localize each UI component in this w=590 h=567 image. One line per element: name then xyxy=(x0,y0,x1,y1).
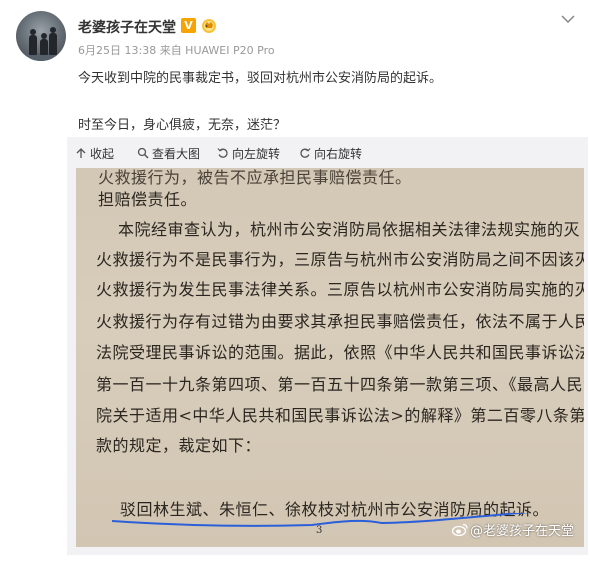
collapse-button[interactable]: 收起 xyxy=(75,146,115,161)
document-line: 款的规定，裁定如下： xyxy=(96,436,262,455)
avatar-figure xyxy=(49,27,57,55)
document-line: 本院经审查认为，杭州市公安消防局依据相关法律法规实施的灭 xyxy=(118,220,581,239)
media-toolbar: 收起 查看大图 向左旋转 向右旋转 xyxy=(67,137,588,168)
document-line: 担赔偿责任。 xyxy=(98,190,198,209)
avatar-figure xyxy=(29,29,37,55)
document-line: 火救援行为存有过错为由要求其承担民事赔偿责任，依法不属于人民 xyxy=(96,312,584,331)
media-viewer: 收起 查看大图 向左旋转 向右旋转 火救援行为，被告不应承担民事赔偿责任。 担赔… xyxy=(67,137,588,555)
rotate-left-label: 向左旋转 xyxy=(232,146,281,161)
view-large-label: 查看大图 xyxy=(152,146,201,161)
username-link[interactable]: 老婆孩子在天堂 xyxy=(78,17,176,37)
view-large-button[interactable]: 查看大图 xyxy=(137,146,201,161)
avatar-figure xyxy=(40,33,48,55)
post-text-line: 时至今日，身心俱疲，无奈，迷茫？ xyxy=(78,118,287,133)
post-text-line: 今天收到中院的民事裁定书，驳回对杭州市公安消防局的起诉。 xyxy=(78,71,443,86)
collapse-label: 收起 xyxy=(90,146,115,161)
avatar[interactable] xyxy=(16,11,66,61)
watermark: @老婆孩子在天堂 xyxy=(452,520,574,539)
document-photo[interactable]: 火救援行为，被告不应承担民事赔偿责任。 担赔偿责任。 本院经审查认为，杭州市公安… xyxy=(76,168,584,547)
post-header: 老婆孩子在天堂 V 6月25日 13:38 来自 HUAWEI P20 Pro xyxy=(0,0,590,61)
document-line: 火救援行为发生民事法律关系。三原告以杭州市公安消防局实施的灭 xyxy=(96,280,584,299)
member-crown-icon[interactable] xyxy=(200,16,218,34)
document-line: 火救援行为不是民事行为，三原告与杭州市公安消防局之间不因该灭 xyxy=(96,250,584,269)
rotate-left-icon xyxy=(217,148,228,158)
page-number: 3 xyxy=(316,525,323,536)
weibo-logo-icon xyxy=(452,523,468,536)
verified-badge-icon[interactable]: V xyxy=(181,18,196,33)
document-line: 第一百一十九条第四项、第一百五十四条第一款第三项、《最高人民法 xyxy=(96,375,584,394)
collapse-arrow-icon xyxy=(76,148,86,158)
post-meta: 6月25日 13:38 来自 HUAWEI P20 Pro xyxy=(78,44,275,57)
chevron-down-icon[interactable] xyxy=(560,13,576,25)
watermark-text: @老婆孩子在天堂 xyxy=(470,524,575,539)
rotate-right-button[interactable]: 向右旋转 xyxy=(299,146,363,161)
magnifier-icon xyxy=(137,147,149,159)
document-line: 火救援行为，被告不应承担民事赔偿责任。 xyxy=(98,168,412,187)
rotate-right-label: 向右旋转 xyxy=(314,146,363,161)
rotate-right-icon xyxy=(300,148,311,158)
rotate-left-button[interactable]: 向左旋转 xyxy=(217,146,281,161)
document-line: 院关于适用<中华人民共和国民事诉讼法>的解释》第二百零八条第三 xyxy=(96,406,584,425)
document-line: 法院受理民事诉讼的范围。据此，依照《中华人民共和国民事诉讼法》 xyxy=(96,343,584,362)
